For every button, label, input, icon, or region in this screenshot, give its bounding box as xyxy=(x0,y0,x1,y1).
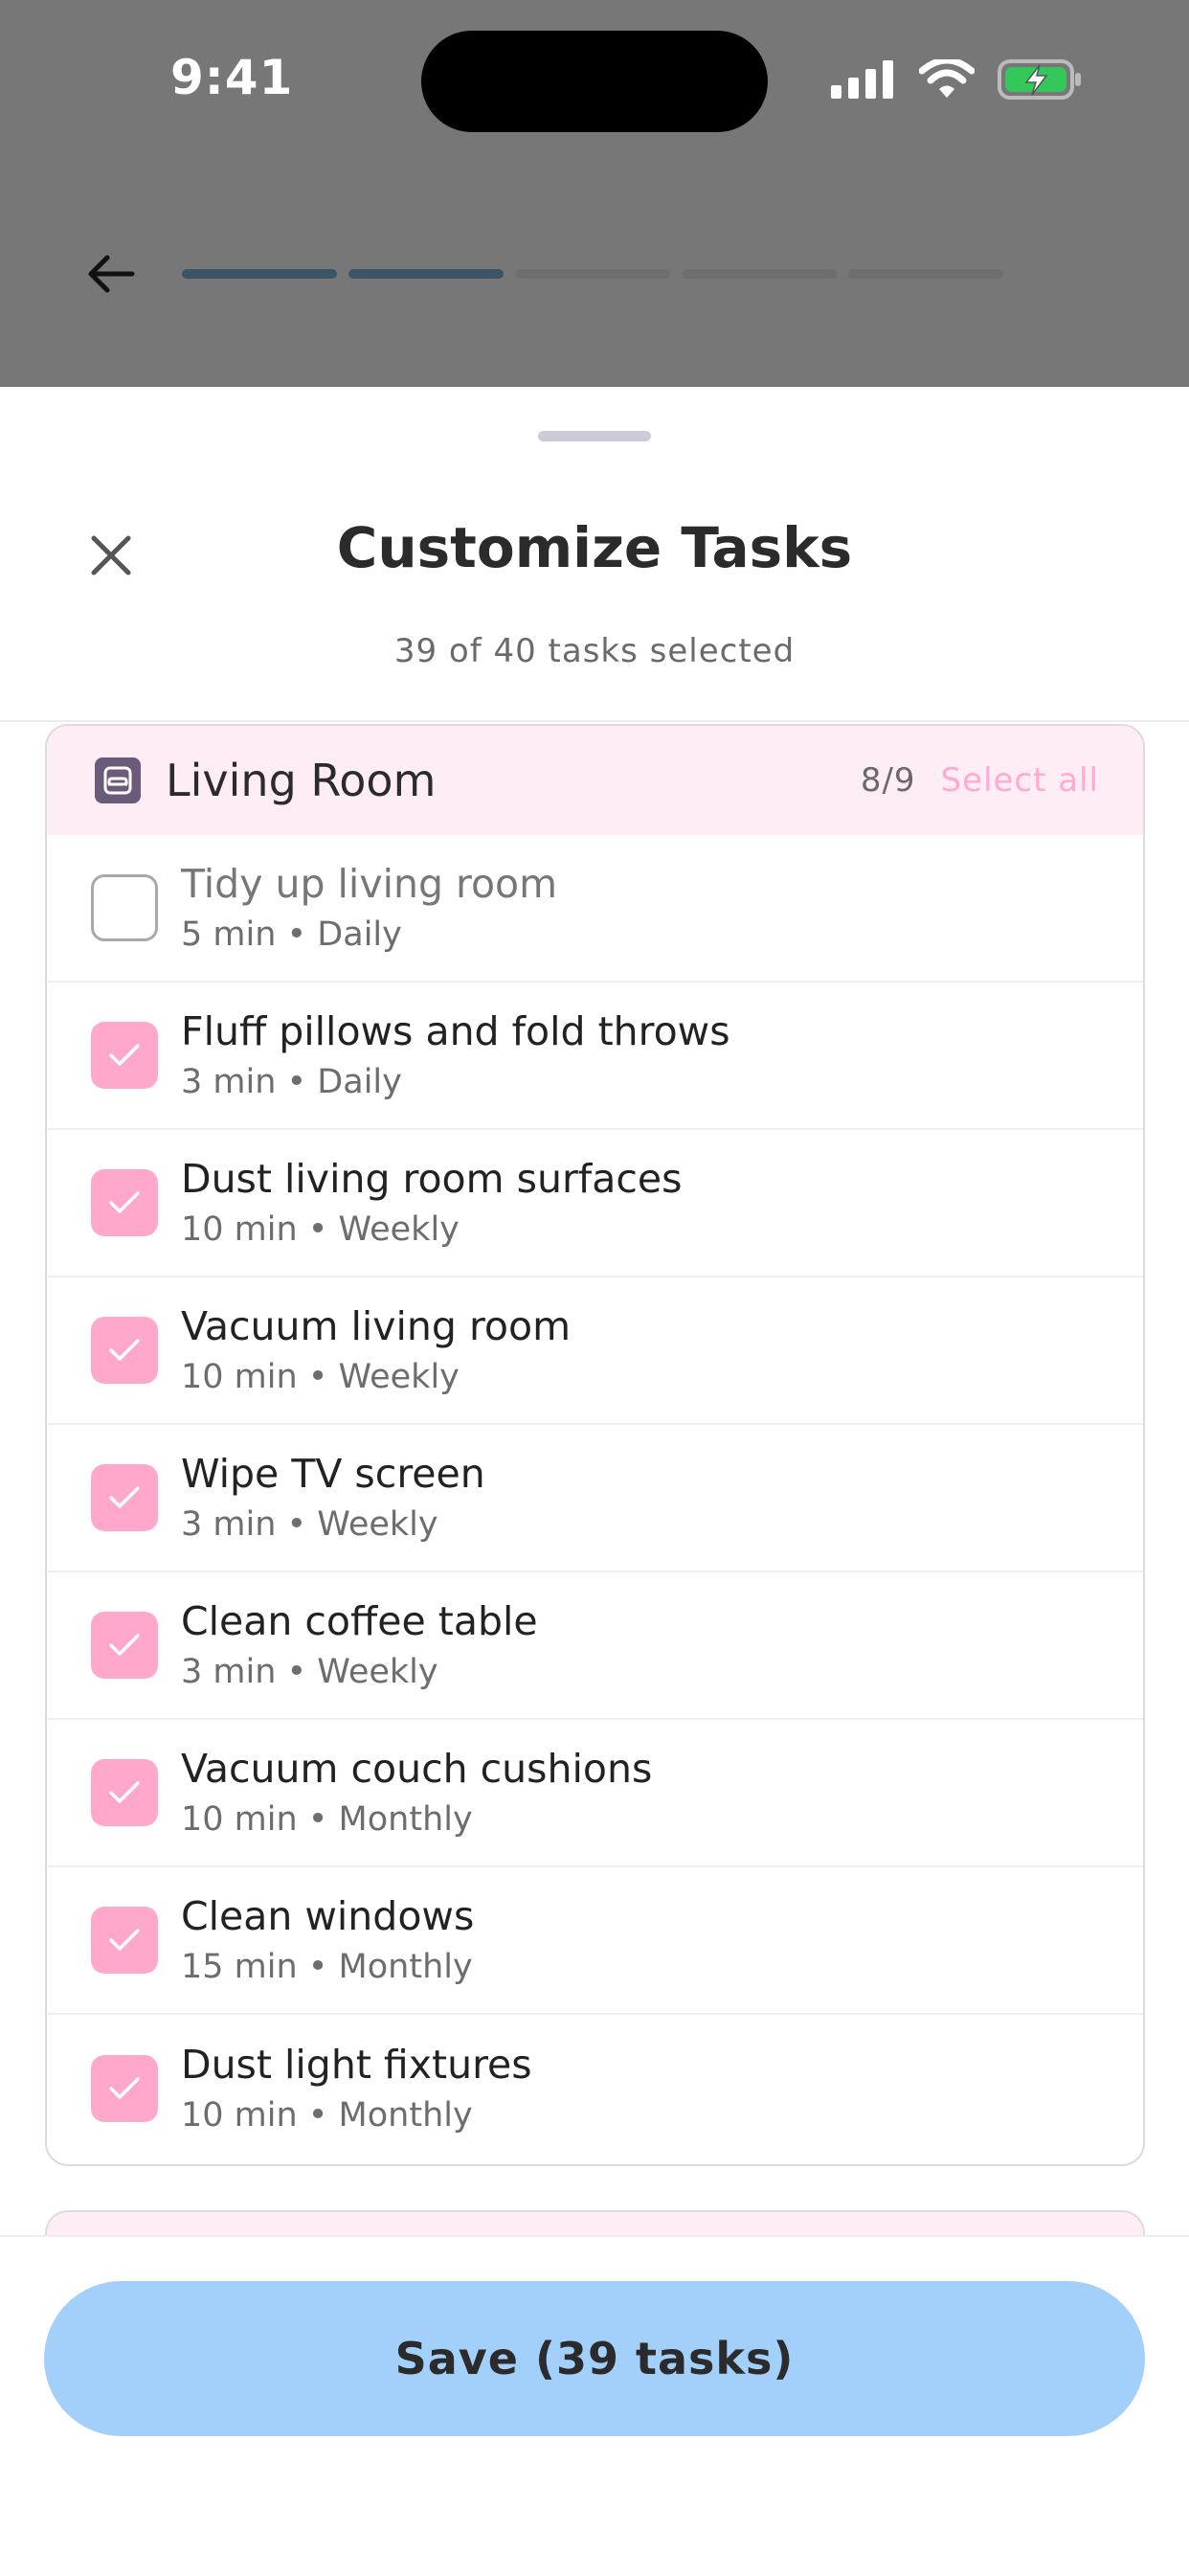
wifi-icon xyxy=(919,59,975,98)
progress-segment xyxy=(348,269,504,279)
task-text: Vacuum living room 10 min • Weekly xyxy=(181,1302,571,1398)
task-name: Tidy up living room xyxy=(181,861,558,907)
progress-segment xyxy=(515,269,670,279)
task-row[interactable]: Clean windows 15 min • Monthly xyxy=(47,1867,1143,2015)
select-all-button[interactable]: Select all xyxy=(941,761,1099,800)
task-text: Vacuum couch cushions 10 min • Monthly xyxy=(181,1745,652,1841)
task-checkbox[interactable] xyxy=(91,1317,158,1384)
status-time: 9:41 xyxy=(170,50,294,105)
save-button[interactable]: Save (39 tasks) xyxy=(44,2281,1145,2436)
task-row[interactable]: Vacuum couch cushions 10 min • Monthly xyxy=(47,1720,1143,1867)
task-meta: 10 min • Monthly xyxy=(181,1800,473,1839)
checkmark-icon xyxy=(109,1781,140,1803)
task-row[interactable]: Clean coffee table 3 min • Weekly xyxy=(47,1572,1143,1720)
task-checkbox[interactable] xyxy=(91,1907,158,1974)
task-meta: 3 min • Weekly xyxy=(181,1505,438,1544)
task-name: Dust living room surfaces xyxy=(181,1156,683,1202)
task-text: Dust living room surfaces 10 min • Weekly xyxy=(181,1155,683,1251)
task-checkbox[interactable] xyxy=(91,1169,158,1236)
task-row[interactable]: Fluff pillows and fold throws 3 min • Dai… xyxy=(47,983,1143,1130)
task-meta: 3 min • Weekly xyxy=(181,1653,438,1691)
task-text: Fluff pillows and fold throws 3 min • Dai… xyxy=(181,1007,730,1103)
progress-segment xyxy=(182,269,337,279)
checkmark-icon xyxy=(109,1191,140,1213)
task-meta: 10 min • Weekly xyxy=(181,1210,460,1249)
task-name: Wipe TV screen xyxy=(181,1451,485,1497)
customize-tasks-sheet: Customize Tasks 39 of 40 tasks selected … xyxy=(0,387,1189,2576)
task-row[interactable]: Wipe TV screen 3 min • Weekly xyxy=(47,1425,1143,1572)
task-name: Clean windows xyxy=(181,1893,475,1939)
status-icons xyxy=(831,57,1084,102)
task-name: Vacuum couch cushions xyxy=(181,1746,653,1792)
divider xyxy=(0,720,1189,722)
footer: Save (39 tasks) xyxy=(0,2235,1189,2576)
checkmark-icon xyxy=(109,1634,140,1656)
task-meta: 3 min • Daily xyxy=(181,1063,402,1101)
background-screen: 9:41 xyxy=(0,0,1189,387)
checkmark-icon xyxy=(109,1929,140,1951)
task-row[interactable]: Dust living room surfaces 10 min • Weekly xyxy=(47,1130,1143,1277)
task-text: Tidy up living room 5 min • Daily xyxy=(181,860,557,956)
checkmark-icon xyxy=(109,1339,140,1361)
task-name: Clean coffee table xyxy=(181,1598,538,1644)
onboarding-progress xyxy=(182,269,1003,279)
dynamic-island xyxy=(421,31,768,132)
task-meta: 5 min • Daily xyxy=(181,915,402,954)
task-text: Wipe TV screen 3 min • Weekly xyxy=(181,1450,485,1546)
task-row[interactable]: Tidy up living room 5 min • Daily xyxy=(47,835,1143,983)
task-meta: 15 min • Monthly xyxy=(181,1948,473,1986)
task-name: Fluff pillows and fold throws xyxy=(181,1008,730,1054)
task-text: Dust light fixtures 10 min • Monthly xyxy=(181,2041,532,2136)
room-selected-count: 8/9 xyxy=(860,761,916,800)
sofa-icon xyxy=(95,757,141,803)
task-checkbox[interactable] xyxy=(91,2055,158,2122)
task-meta: 10 min • Monthly xyxy=(181,2096,473,2135)
task-row[interactable]: Dust light fixtures 10 min • Monthly xyxy=(47,2015,1143,2162)
task-text: Clean coffee table 3 min • Weekly xyxy=(181,1597,538,1693)
task-meta: 10 min • Weekly xyxy=(181,1358,460,1396)
battery-charging-icon xyxy=(998,59,1081,100)
task-row[interactable]: Vacuum living room 10 min • Weekly xyxy=(47,1277,1143,1425)
task-text: Clean windows 15 min • Monthly xyxy=(181,1892,474,1988)
task-checkbox[interactable] xyxy=(91,874,158,941)
checkmark-icon xyxy=(109,2077,140,2099)
cellular-signal-icon xyxy=(831,60,893,99)
sheet-title: Customize Tasks xyxy=(336,515,853,580)
progress-segment xyxy=(682,269,837,279)
task-name: Vacuum living room xyxy=(181,1303,572,1349)
selection-summary: 39 of 40 tasks selected xyxy=(393,632,796,670)
task-checkbox[interactable] xyxy=(91,1464,158,1531)
task-checkbox[interactable] xyxy=(91,1022,158,1089)
task-checkbox[interactable] xyxy=(91,1612,158,1679)
progress-segment xyxy=(848,269,1003,279)
arrow-left-icon xyxy=(88,255,135,293)
task-name: Dust light fixtures xyxy=(181,2042,532,2088)
task-checkbox[interactable] xyxy=(91,1759,158,1826)
sheet-grabber[interactable] xyxy=(538,431,651,441)
room-name: Living Room xyxy=(166,755,437,806)
room-header: Living Room 8/9 Select all xyxy=(47,726,1143,835)
room-card-living-room: Living Room 8/9 Select all Tidy up livin… xyxy=(45,724,1145,2166)
task-list: Tidy up living room 5 min • Daily Fluff pi… xyxy=(47,835,1143,2162)
checkmark-icon xyxy=(109,1486,140,1508)
checkmark-icon xyxy=(109,1044,140,1066)
back-button[interactable] xyxy=(82,245,140,303)
